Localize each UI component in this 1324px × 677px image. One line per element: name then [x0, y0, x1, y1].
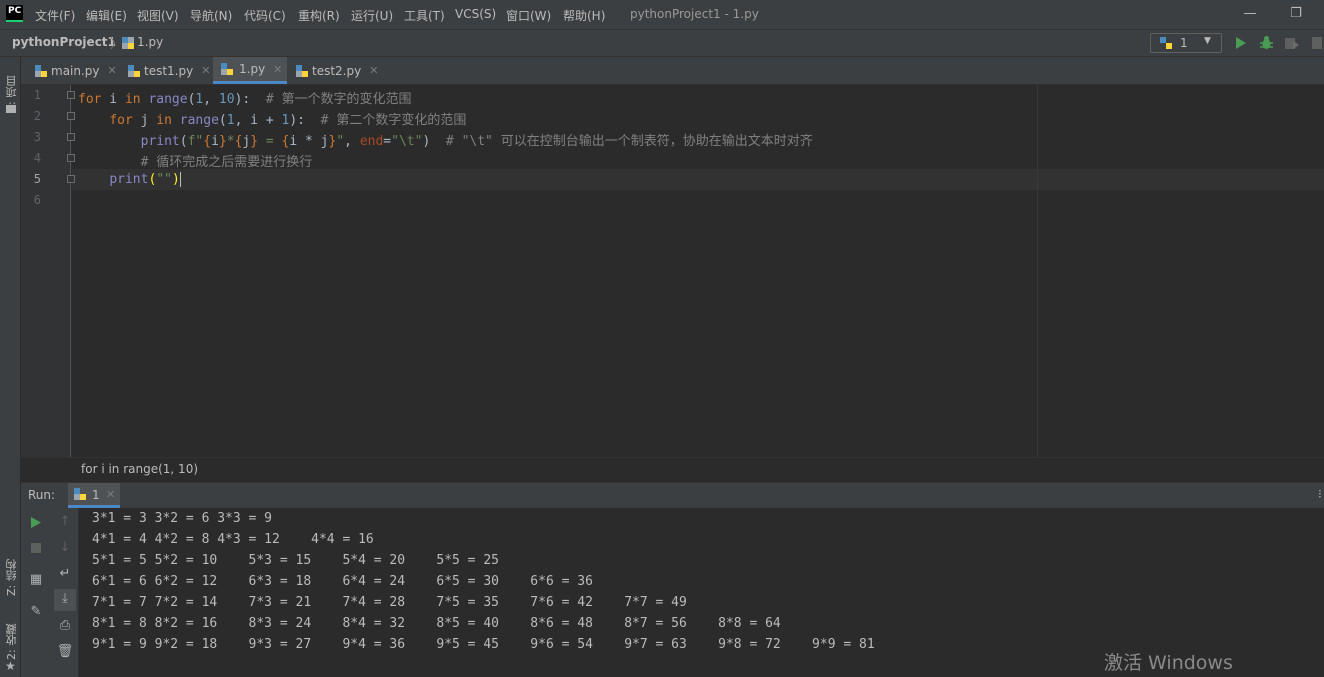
star-icon: ★: [5, 659, 16, 673]
menu-vcs[interactable]: VCS(S): [455, 7, 496, 21]
console-line: 5*1 = 5 5*2 = 10 5*3 = 15 5*4 = 20 5*5 =…: [92, 553, 499, 568]
menu-edit[interactable]: 编辑(E): [86, 7, 127, 24]
navigation-bar: [0, 29, 1324, 57]
console-line: 7*1 = 7 7*2 = 14 7*3 = 21 7*4 = 28 7*5 =…: [92, 595, 687, 610]
fold-marker-icon[interactable]: [67, 154, 75, 162]
code-line-1[interactable]: for i in range(1, 10): # 第一个数字的变化范围: [78, 88, 412, 107]
close-icon[interactable]: ✕: [201, 64, 210, 77]
python-file-icon: [296, 64, 308, 77]
arrow-down-icon[interactable]: ↓: [55, 540, 75, 555]
run-panel-label: Run:: [28, 488, 56, 502]
debug-icon[interactable]: [1259, 35, 1274, 50]
rerun-icon[interactable]: [30, 516, 42, 529]
stop-icon[interactable]: [31, 543, 41, 553]
tab-label: test2.py: [312, 63, 362, 78]
python-config-icon: [1160, 37, 1172, 49]
line-number: 6: [33, 193, 41, 207]
console-line: 4*1 = 4 4*2 = 8 4*3 = 12 4*4 = 16: [92, 532, 374, 547]
menu-run[interactable]: 运行(U): [351, 7, 393, 24]
menu-navigate[interactable]: 导航(N): [190, 7, 232, 24]
menu-window[interactable]: 窗口(W): [506, 7, 551, 24]
line-number: 5: [33, 172, 41, 186]
coverage-icon[interactable]: [1284, 35, 1300, 51]
run-panel-header: [21, 482, 1324, 508]
console-line: 8*1 = 8 8*2 = 16 8*3 = 24 8*4 = 32 8*5 =…: [92, 616, 781, 631]
tab-label: test1.py: [144, 63, 194, 78]
window-title: pythonProject1 - 1.py: [630, 7, 759, 21]
run-tab-label: 1: [92, 488, 100, 502]
settings-icon[interactable]: ⁝: [1318, 487, 1322, 501]
menu-view[interactable]: 视图(V): [137, 7, 179, 24]
fold-marker-icon[interactable]: [67, 91, 75, 99]
line-number: 2: [33, 109, 41, 123]
tab-label: main.py: [51, 63, 100, 78]
close-icon[interactable]: ✕: [106, 488, 115, 501]
menu-code[interactable]: 代码(C): [244, 7, 286, 24]
tab-main-py[interactable]: main.py ✕: [27, 57, 119, 84]
code-line-4[interactable]: # 循环完成之后需要进行换行: [78, 151, 313, 170]
editor-breadcrumb-bar: [21, 457, 1324, 482]
menu-refactor[interactable]: 重构(R): [298, 7, 340, 24]
print-icon[interactable]: ⎙: [55, 618, 75, 633]
chevron-down-icon: ▼: [1204, 36, 1211, 46]
run-config-label: 1: [1180, 36, 1188, 50]
menu-file[interactable]: 文件(F): [35, 7, 75, 24]
tab-label: 1.py: [239, 62, 266, 76]
folder-icon: [6, 105, 16, 113]
breadcrumb-file[interactable]: 1.py: [137, 35, 163, 49]
run-icon[interactable]: [1235, 36, 1247, 50]
menu-tools[interactable]: 工具(T): [404, 7, 445, 24]
run-toolbar-primary: [21, 508, 52, 677]
right-margin-guide: [1037, 85, 1038, 457]
close-icon[interactable]: ✕: [273, 63, 282, 76]
console-line: 3*1 = 3 3*2 = 6 3*3 = 9: [92, 511, 273, 526]
structure-tool-tab[interactable]: Z: 结构: [4, 548, 20, 596]
code-line-2[interactable]: for j in range(1, i + 1): # 第二个数字变化的范围: [78, 109, 466, 128]
tab-test2-py[interactable]: test2.py ✕: [288, 57, 380, 84]
restore-button[interactable]: ❐: [1282, 4, 1310, 24]
minimize-button[interactable]: —: [1236, 4, 1264, 24]
fold-marker-icon[interactable]: [67, 133, 75, 141]
python-file-icon: [35, 64, 47, 77]
arrow-up-icon[interactable]: ↑: [55, 514, 75, 529]
python-file-icon: [128, 64, 140, 77]
tab-1-py[interactable]: 1.py ✕: [213, 57, 287, 84]
close-icon[interactable]: ✕: [369, 64, 378, 77]
code-line-3[interactable]: print(f"{i}*{j} = {i * j}", end="\t") # …: [78, 130, 813, 149]
favorites-tool-tab[interactable]: 2: 收藏: [4, 618, 20, 660]
breadcrumb-project[interactable]: pythonProject1: [12, 35, 116, 49]
trash-icon[interactable]: 🗑: [55, 644, 75, 659]
fold-marker-icon[interactable]: [67, 175, 75, 183]
tab-test1-py[interactable]: test1.py ✕: [120, 57, 212, 84]
current-line-highlight: [72, 169, 1324, 190]
pycharm-logo-icon: PC: [6, 5, 23, 22]
stop-icon[interactable]: [1312, 37, 1322, 49]
code-line-5[interactable]: print(""): [78, 172, 181, 187]
python-run-icon: [74, 488, 86, 500]
scroll-to-end-icon: ⤓: [62, 591, 68, 606]
soft-wrap-icon[interactable]: ↵: [55, 566, 75, 581]
layout-icon[interactable]: ▦: [26, 572, 46, 587]
python-file-icon: [221, 63, 233, 75]
editor-breadcrumb[interactable]: for i in range(1, 10): [81, 462, 198, 476]
activate-windows-watermark: 激活 Windows: [1104, 652, 1233, 674]
menu-help[interactable]: 帮助(H): [563, 7, 605, 24]
console-line: 6*1 = 6 6*2 = 12 6*3 = 18 6*4 = 24 6*5 =…: [92, 574, 593, 589]
console-line: 9*1 = 9 9*2 = 18 9*3 = 27 9*4 = 36 9*5 =…: [92, 637, 875, 652]
line-number: 3: [33, 130, 41, 144]
line-number: 1: [33, 88, 41, 102]
python-file-icon: [122, 37, 134, 49]
fold-marker-icon[interactable]: [67, 112, 75, 120]
pin-icon[interactable]: ✎: [26, 604, 46, 619]
close-icon[interactable]: ✕: [108, 64, 117, 77]
line-number: 4: [33, 151, 41, 165]
